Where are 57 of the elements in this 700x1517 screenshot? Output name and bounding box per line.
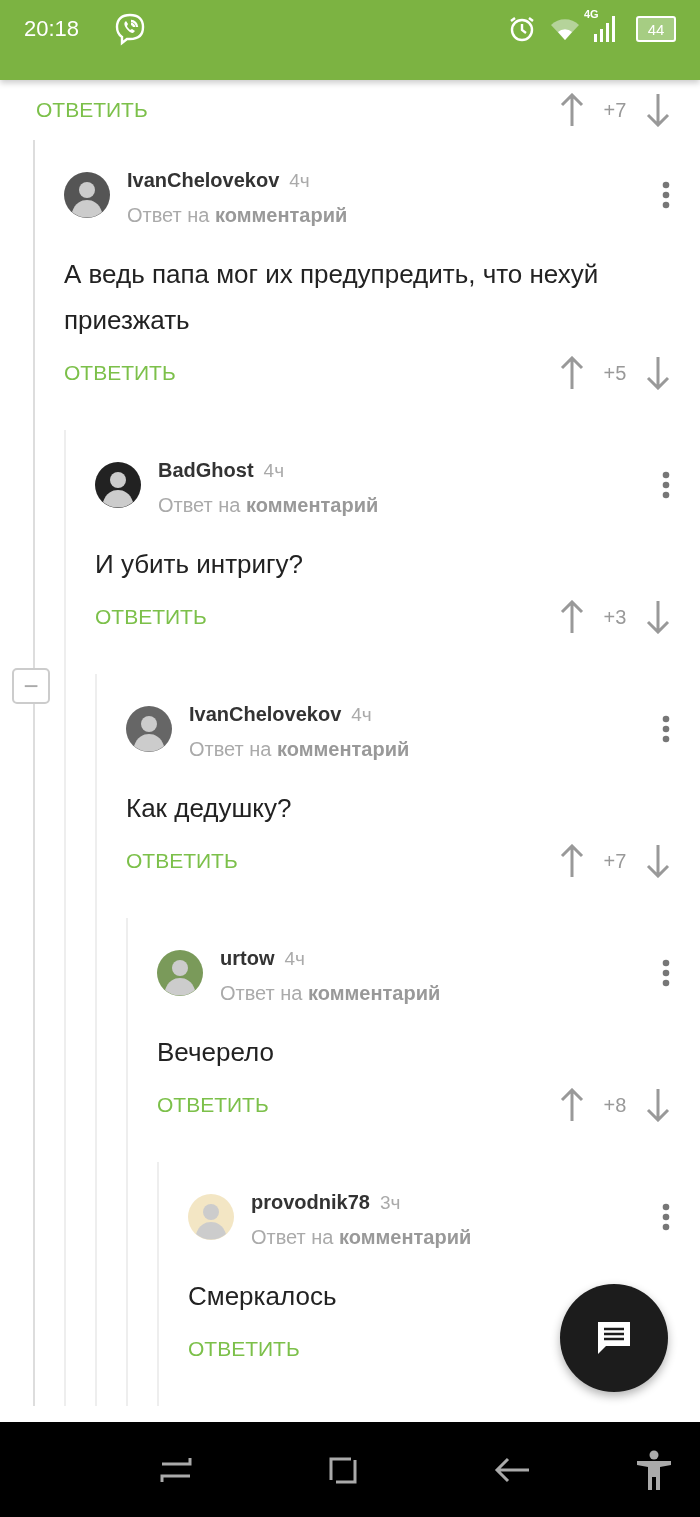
comment-score: +5 [602,361,628,385]
comment-time: 4ч [289,170,310,192]
downvote-icon[interactable] [646,356,670,390]
comment-text: Смеркалось [188,1280,338,1313]
more-options-icon[interactable] [662,959,670,987]
avatar[interactable] [64,172,110,218]
comment-time: 4ч [263,460,285,482]
collapse-button[interactable]: − [12,668,50,704]
author-name[interactable]: IvanChelovekov [189,703,342,726]
reply-link[interactable]: ОТВЕТИТЬ [188,1337,300,1361]
comment-score: +7 [602,98,628,122]
alarm-clock-icon [508,15,536,43]
clock-time: 20:18 [24,16,80,42]
reply-link[interactable]: ОТВЕТИТЬ [36,98,148,122]
upvote-icon[interactable] [560,600,584,634]
reply-link[interactable]: ОТВЕТИТЬ [126,849,238,873]
accessibility-icon[interactable] [636,1449,672,1490]
more-options-icon[interactable] [662,715,670,743]
author-name[interactable]: IvanChelovekov [127,169,280,192]
upvote-icon[interactable] [560,1088,584,1122]
comment-text: Вечерело [157,1036,275,1069]
downvote-icon[interactable] [646,844,670,878]
downvote-icon[interactable] [646,93,670,127]
author-name[interactable]: BadGhost [158,459,254,482]
author-name[interactable]: urtow [220,947,275,970]
comment-score: +3 [602,605,628,629]
network-type: 4G [584,8,599,20]
reply-to-text[interactable]: Ответ на комментарий [251,1226,662,1249]
comment-text: И убить интригу? [95,548,304,581]
author-name[interactable]: provodnik78 [251,1191,370,1214]
avatar[interactable] [95,462,141,508]
downvote-icon[interactable] [646,600,670,634]
comment-score: +8 [602,1093,628,1117]
downvote-icon[interactable] [646,1088,670,1122]
comment-time: 4ч [351,704,372,726]
upvote-icon[interactable] [560,844,584,878]
upvote-icon[interactable] [560,93,584,127]
more-options-icon[interactable] [662,471,670,499]
more-options-icon[interactable] [662,1203,670,1231]
comment-time: 3ч [379,1192,401,1214]
reply-to-text[interactable]: Ответ на комментарий [127,204,662,227]
signal-icon [594,16,616,42]
upvote-icon[interactable] [560,356,584,390]
comment-text: А ведь папа мог их предупредить, что нехуй приезжать [64,258,600,337]
more-options-icon[interactable] [662,181,670,209]
reply-link[interactable]: ОТВЕТИТЬ [95,605,207,629]
comment-fab[interactable] [560,1284,668,1392]
battery-level: 44 [647,20,665,38]
reply-to-text[interactable]: Ответ на комментарий [158,494,662,517]
reply-to-text[interactable]: Ответ на комментарий [189,738,662,761]
comment-score: +7 [602,849,628,873]
wifi-icon [550,17,580,41]
comment-time: 4ч [284,948,305,970]
reply-link[interactable]: ОТВЕТИТЬ [157,1093,269,1117]
reply-link[interactable]: ОТВЕТИТЬ [64,361,176,385]
reply-to-text[interactable]: Ответ на комментарий [220,982,662,1005]
comment-text: Как дедушку? [126,792,293,825]
